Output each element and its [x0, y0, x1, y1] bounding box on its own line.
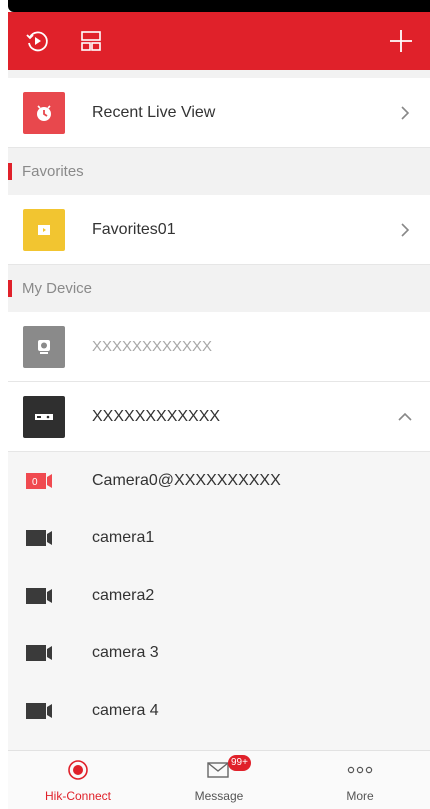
folder-icon: [38, 224, 50, 235]
favorites-tile: [23, 208, 65, 251]
section-accent-bar: [8, 280, 12, 297]
camera-row[interactable]: 0 Camera0@XXXXXXXXXX: [8, 452, 430, 510]
spacer: [8, 70, 430, 78]
favorites-item-label: Favorites01: [92, 220, 176, 238]
camera-icon: [26, 702, 52, 719]
chevron-up-icon[interactable]: [398, 410, 412, 424]
chevron-right-icon: [401, 105, 410, 120]
tab-message[interactable]: 99+ Message: [149, 751, 289, 809]
camera-label: Camera0@XXXXXXXXXX: [92, 471, 281, 489]
favorites-section-header: Favorites: [8, 148, 430, 195]
camera-live-badge: 0: [32, 477, 38, 488]
chevron-right-icon: [401, 222, 410, 237]
device-label: XXXXXXXXXXXX: [92, 338, 213, 355]
tab-hik-connect[interactable]: Hik-Connect: [8, 751, 148, 809]
history-button[interactable]: [22, 26, 52, 56]
favorites-row[interactable]: Favorites01: [8, 195, 430, 265]
camera-row[interactable]: camera 3: [8, 624, 430, 682]
webcam-tile: [23, 325, 65, 368]
camera-icon: [26, 645, 52, 662]
camera-row[interactable]: camera1: [8, 509, 430, 567]
device-row-expanded[interactable]: XXXXXXXXXXXX: [8, 382, 430, 452]
camera-label: camera 3: [92, 644, 159, 662]
tab-label: Hik-Connect: [44, 789, 112, 803]
tab-more[interactable]: More: [290, 751, 430, 809]
bottom-tab-bar: Hik-Connect 99+ Message More: [8, 750, 430, 809]
device-label: XXXXXXXXXXXX: [92, 407, 221, 425]
layout-icon: [81, 31, 101, 51]
recent-live-view-tile: [23, 91, 65, 134]
section-accent-bar: [8, 163, 12, 180]
layout-button[interactable]: [76, 26, 106, 56]
my-device-section-title: My Device: [22, 280, 93, 297]
camera-live-icon: 0: [26, 472, 52, 489]
nvr-tile: [23, 395, 65, 438]
device-list: Recent Live View Favorites Favorites01 M…: [8, 70, 430, 750]
history-icon: [26, 31, 48, 52]
camera-label: camera 4: [92, 701, 159, 719]
camera-icon: [26, 530, 52, 547]
camera-label: camera2: [92, 586, 155, 604]
tab-label: More: [346, 789, 374, 803]
clock-icon: [37, 104, 51, 121]
status-bar-notch: [8, 0, 430, 12]
add-icon: [390, 30, 412, 52]
device-row-offline[interactable]: XXXXXXXXXXXX: [8, 312, 430, 382]
more-dots-icon: [347, 759, 373, 781]
webcam-icon: [38, 339, 50, 354]
nvr-icon: [35, 413, 53, 420]
camera-icon: [26, 587, 52, 604]
message-count-badge: 99+: [228, 755, 251, 771]
recent-live-view-row[interactable]: Recent Live View: [8, 78, 430, 148]
camera-row[interactable]: camera2: [8, 567, 430, 625]
top-bar: [8, 12, 430, 70]
camera-label: camera1: [92, 529, 155, 547]
favorites-section-title: Favorites: [22, 163, 84, 180]
tab-label: Message: [194, 789, 244, 803]
add-device-button[interactable]: [386, 26, 416, 56]
hik-connect-icon: [65, 759, 91, 781]
camera-row[interactable]: camera 4: [8, 682, 430, 740]
my-device-section-header: My Device: [8, 265, 430, 312]
recent-live-view-label: Recent Live View: [92, 103, 216, 121]
